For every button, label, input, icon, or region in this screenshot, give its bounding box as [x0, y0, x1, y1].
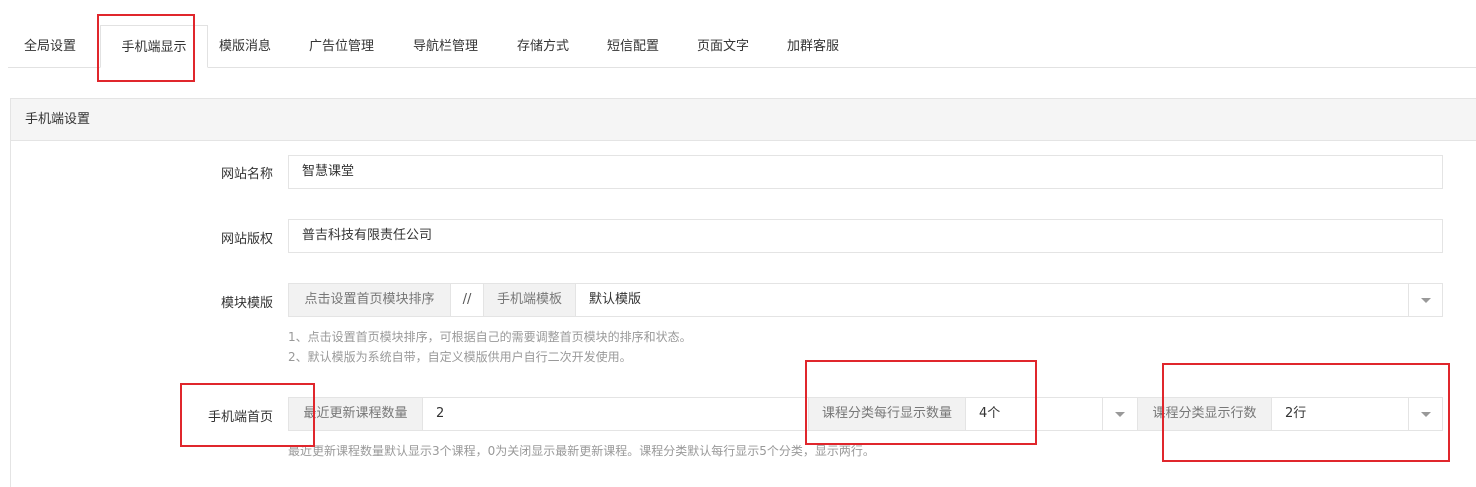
per-row-select[interactable]: 4个: [966, 398, 1102, 430]
tab-sms-config[interactable]: 短信配置: [607, 25, 659, 68]
mobile-home-help: 最近更新课程数量默认显示3个课程，0为关闭显示最新更新课程。课程分类默认每行显示…: [288, 444, 875, 458]
rows-select[interactable]: 2行: [1272, 398, 1408, 430]
tab-ad-management[interactable]: 广告位管理: [309, 25, 374, 68]
mobile-home-input-group: 最近更新课程数量 2 课程分类每行显示数量 4个 课程分类显示行数 2行: [288, 397, 1443, 431]
tab-mobile-display[interactable]: 手机端显示: [100, 25, 208, 68]
site-name-label: 网站名称: [220, 167, 273, 182]
template-input-group: 点击设置首页模块排序 // 手机端模板 默认模版: [288, 283, 1443, 317]
sort-modules-button[interactable]: 点击设置首页模块排序: [289, 284, 451, 316]
per-row-label: 课程分类每行显示数量: [808, 398, 966, 430]
tab-storage[interactable]: 存储方式: [517, 25, 569, 68]
chevron-down-icon: [1421, 298, 1431, 303]
recent-courses-input[interactable]: 2: [423, 398, 808, 430]
template-help-1: 1、点击设置首页模块排序，可根据自己的需要调整首页模块的排序和状态。: [288, 330, 692, 344]
template-dropdown[interactable]: [1408, 284, 1442, 316]
tab-navbar-management[interactable]: 导航栏管理: [413, 25, 478, 68]
mobile-home-label: 手机端首页: [207, 410, 273, 425]
tab-template-message[interactable]: 模版消息: [219, 25, 271, 68]
panel-title: 手机端设置: [11, 99, 1476, 141]
tab-group-service[interactable]: 加群客服: [787, 25, 839, 68]
tab-bar: 全局设置 手机端显示 模版消息 广告位管理 导航栏管理 存储方式 短信配置 页面…: [8, 25, 1476, 68]
rows-label: 课程分类显示行数: [1137, 398, 1272, 430]
template-help-2: 2、默认模版为系统自带，自定义模版供用户自行二次开发使用。: [288, 350, 632, 364]
site-name-input[interactable]: 智慧课堂: [288, 155, 1443, 189]
recent-courses-label: 最近更新课程数量: [289, 398, 423, 430]
per-row-dropdown[interactable]: [1102, 398, 1136, 430]
rows-dropdown[interactable]: [1408, 398, 1442, 430]
template-label: 模块模版: [220, 296, 273, 311]
chevron-down-icon: [1421, 412, 1431, 417]
tab-page-text[interactable]: 页面文字: [697, 25, 749, 68]
separator: //: [451, 284, 484, 316]
chevron-down-icon: [1115, 412, 1125, 417]
template-select[interactable]: 默认模版: [576, 284, 1406, 316]
tab-global-settings[interactable]: 全局设置: [24, 25, 76, 68]
copyright-input[interactable]: 普吉科技有限责任公司: [288, 219, 1443, 253]
template-addon-label: 手机端模板: [484, 284, 576, 316]
copyright-label: 网站版权: [220, 232, 273, 247]
